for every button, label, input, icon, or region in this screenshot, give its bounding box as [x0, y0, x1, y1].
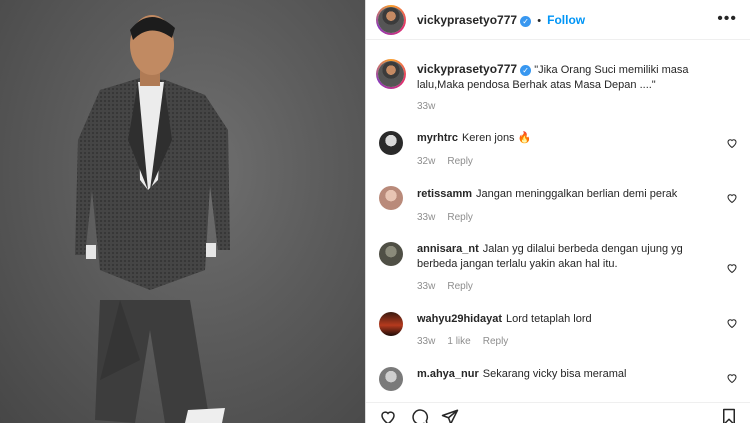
comment-likes[interactable]: 1 like [447, 336, 470, 347]
reply-button[interactable]: Reply [447, 156, 473, 167]
comment-meta: 33w Reply [417, 281, 485, 292]
commenter-avatar[interactable] [379, 312, 403, 336]
follow-button[interactable]: Follow [547, 13, 585, 27]
comment-text: Keren jons 🔥 [461, 132, 532, 144]
comment-username[interactable]: retissamm [417, 188, 472, 200]
comment-meta: 32w Reply [417, 156, 485, 167]
caption-time: 33w [417, 101, 436, 112]
comment-time: 33w [417, 281, 436, 292]
separator-dot: • [537, 15, 542, 27]
comment-item: myrhtrc Keren jons 🔥 [417, 131, 717, 146]
post-header: vickyprasetyo777 ✓ • Follow ••• [366, 0, 750, 40]
comment-username[interactable]: myrhtrc [417, 132, 458, 144]
commenter-avatar[interactable] [379, 131, 403, 155]
comment-meta: 33w Reply [417, 212, 485, 223]
author-username[interactable]: vickyprasetyo777 [417, 13, 517, 27]
comment-text: Jangan meninggalkan berlian demi perak [476, 188, 678, 200]
comment-text: Sekarang vicky bisa meramal [482, 368, 627, 380]
comment-item: m.ahya_nur Sekarang vicky bisa meramal [417, 367, 717, 382]
like-comment-heart-icon[interactable] [726, 137, 738, 149]
caption-author-avatar[interactable] [376, 59, 406, 89]
post-caption: vickyprasetyo777 ✓ "Jika Orang Suci memi… [417, 62, 737, 93]
verified-badge-icon: ✓ [520, 15, 532, 27]
caption-meta: 33w [417, 101, 447, 112]
commenter-avatar[interactable] [379, 186, 403, 210]
like-comment-heart-icon[interactable] [726, 317, 738, 329]
comment-time: 33w [417, 336, 436, 347]
comment-item: retissamm Jangan meninggalkan berlian dem… [417, 187, 717, 202]
reply-button[interactable]: Reply [447, 281, 473, 292]
comment-bubble-icon[interactable] [410, 408, 430, 423]
reply-button[interactable]: Reply [483, 336, 509, 347]
comment-item: annisara_nt Jalan yg dilalui berbeda deng… [417, 242, 717, 272]
reply-button[interactable]: Reply [447, 212, 473, 223]
comment-username[interactable]: annisara_nt [417, 243, 479, 255]
like-heart-icon[interactable] [378, 408, 398, 423]
share-send-icon[interactable] [440, 408, 460, 423]
like-comment-heart-icon[interactable] [726, 192, 738, 204]
comment-username[interactable]: m.ahya_nur [417, 368, 479, 380]
commenter-avatar[interactable] [379, 242, 403, 266]
verified-badge-icon: ✓ [520, 64, 532, 76]
comment-username[interactable]: wahyu29hidayat [417, 313, 502, 325]
author-avatar[interactable] [376, 5, 406, 35]
comment-meta: 33w 1 like Reply [417, 336, 520, 347]
post-action-bar [366, 402, 750, 423]
post-photo [0, 0, 365, 423]
comment-time: 32w [417, 156, 436, 167]
save-bookmark-icon[interactable] [720, 408, 738, 423]
header-user-row: vickyprasetyo777 ✓ • Follow [417, 13, 585, 27]
like-comment-heart-icon[interactable] [726, 372, 738, 384]
comment-time: 33w [417, 212, 436, 223]
caption-username[interactable]: vickyprasetyo777 [417, 62, 517, 76]
more-options-icon[interactable]: ••• [717, 10, 737, 28]
man-in-suit-image [75, 15, 230, 423]
comment-text: Lord tetaplah lord [505, 313, 592, 325]
post-side-panel: vickyprasetyo777 ✓ • Follow ••• vickypra… [365, 0, 750, 423]
like-comment-heart-icon[interactable] [726, 262, 738, 274]
commenter-avatar[interactable] [379, 367, 403, 391]
comment-item: wahyu29hidayat Lord tetaplah lord [417, 312, 717, 327]
